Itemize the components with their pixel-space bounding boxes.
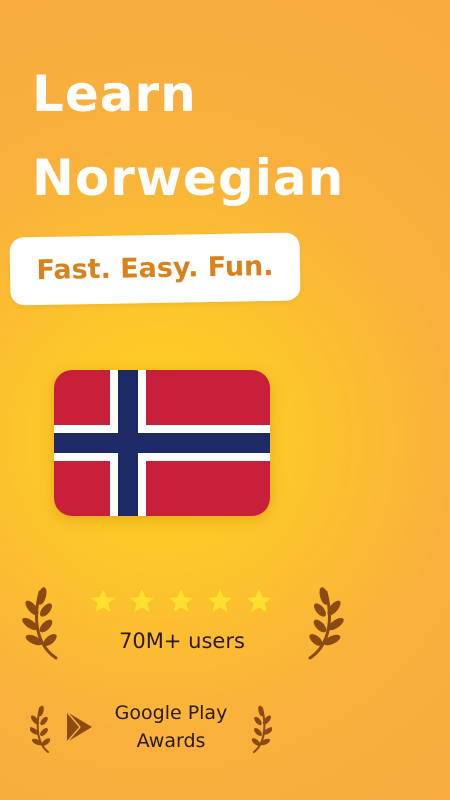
page-title: Learn Norwegian xyxy=(32,52,344,220)
google-play-icon xyxy=(66,711,92,743)
award-line-1: Google Play xyxy=(114,702,228,724)
star-icon xyxy=(244,586,274,614)
users-count: 70M+ users xyxy=(119,629,245,653)
tagline-card: Fast. Easy. Fun. xyxy=(9,232,301,306)
award-laurel-left-icon xyxy=(29,704,54,754)
star-icon xyxy=(205,586,235,614)
award-line-2: Awards xyxy=(136,730,206,752)
award-text: Google Play Awards xyxy=(98,699,244,755)
title-line-1: Learn xyxy=(32,65,197,123)
laurel-left-icon xyxy=(22,586,66,660)
title-line-2: Norwegian xyxy=(32,149,345,207)
star-icon xyxy=(88,586,118,614)
award-laurel-right-icon xyxy=(248,704,273,754)
star-icon xyxy=(127,586,157,614)
rating-stars xyxy=(88,586,278,618)
star-icon xyxy=(166,586,196,614)
laurel-right-icon xyxy=(300,586,344,660)
tagline-text: Fast. Easy. Fun. xyxy=(36,250,274,287)
norway-flag-icon xyxy=(54,370,270,516)
